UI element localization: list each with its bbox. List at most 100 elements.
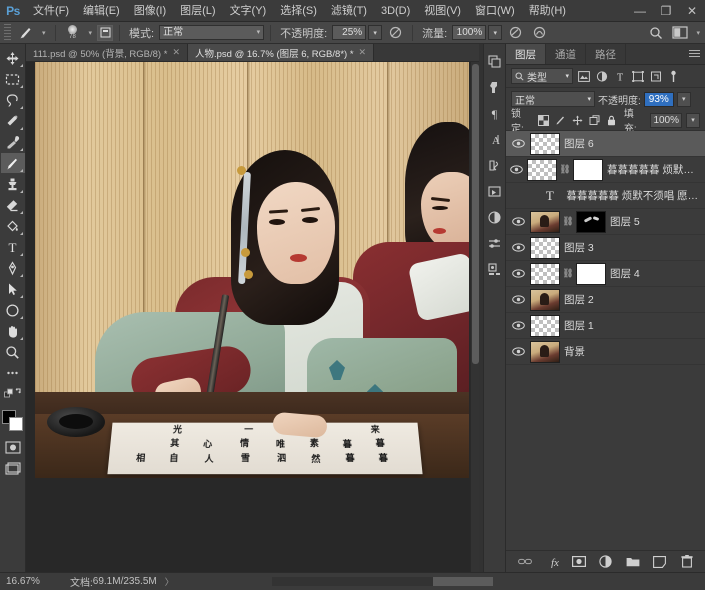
layer-visibility-toggle[interactable] [510, 321, 526, 330]
table-row[interactable]: T 暮暮暮暮暮 烦默不须唱 愿得一人... [506, 183, 705, 209]
layer-thumbnail[interactable] [530, 236, 560, 259]
color-swatches[interactable] [1, 409, 25, 433]
lock-transparent-pixels-icon[interactable] [538, 114, 551, 127]
brush-settings-icon[interactable] [97, 24, 114, 41]
layer-mask-thumbnail[interactable] [576, 210, 606, 233]
filter-smart-object-icon[interactable] [648, 69, 663, 84]
layer-thumbnail[interactable] [527, 158, 557, 181]
menu-edit[interactable]: 编辑(E) [76, 0, 127, 22]
layer-name[interactable]: 图层 2 [564, 292, 594, 307]
canvas-area[interactable]: 光 一 来 其 心 情 唯 素 暮 暮 相 自 人 雪 泗 然 暮 暮 [26, 62, 479, 572]
layer-thumbnail[interactable] [530, 340, 560, 363]
more-tools-button[interactable] [1, 363, 25, 383]
screen-mode-button[interactable] [1, 458, 25, 478]
menu-select[interactable]: 选择(S) [273, 0, 324, 22]
adjustment-layer-button[interactable] [598, 554, 614, 570]
layer-thumbnail[interactable] [530, 210, 560, 233]
layer-thumbnail[interactable] [530, 314, 560, 337]
layer-visibility-toggle[interactable] [510, 295, 526, 304]
minimize-button[interactable]: — [627, 0, 653, 22]
table-row[interactable]: 图层 1 [506, 313, 705, 339]
brush-icon[interactable] [15, 24, 37, 42]
lock-image-pixels-icon[interactable] [554, 114, 567, 127]
scrollbar-thumb[interactable] [433, 577, 493, 586]
menu-filter[interactable]: 滤镜(T) [324, 0, 374, 22]
menu-image[interactable]: 图像(I) [127, 0, 173, 22]
new-layer-button[interactable] [652, 554, 668, 570]
tab-paths[interactable]: 路径 [586, 44, 626, 64]
flow-caret[interactable]: ▾ [488, 25, 503, 40]
pressure-opacity-icon[interactable] [384, 24, 406, 42]
tab-layers[interactable]: 图层 [506, 44, 546, 64]
new-group-button[interactable] [625, 554, 641, 570]
filter-pixel-icon[interactable] [576, 69, 591, 84]
quick-selection-tool[interactable] [1, 111, 25, 131]
channels-mixer-icon[interactable] [484, 257, 505, 282]
filter-toggle-icon[interactable] [666, 69, 681, 84]
background-color-swatch[interactable] [8, 417, 23, 431]
lock-position-icon[interactable] [571, 114, 584, 127]
layer-name[interactable]: 背景 [564, 344, 585, 359]
document-tab-renwu[interactable]: 人物.psd @ 16.7% (图层 6, RGB/8*) * ✕ [187, 44, 375, 61]
document-artboard[interactable]: 光 一 来 其 心 情 唯 素 暮 暮 相 自 人 雪 泗 然 暮 暮 [35, 62, 469, 478]
blend-mode-select[interactable]: 正常 ▾ [159, 25, 265, 40]
zoom-level[interactable]: 16.67% [0, 576, 62, 587]
link-layers-button[interactable] [517, 554, 533, 570]
workspace-icon[interactable] [669, 24, 691, 42]
clone-stamp-tool[interactable] [1, 174, 25, 194]
layer-thumbnail[interactable] [530, 262, 560, 285]
eyedropper-tool[interactable] [1, 132, 25, 152]
pen-tool[interactable] [1, 258, 25, 278]
adjustment-layer-icon[interactable] [484, 205, 505, 230]
quick-mask-button[interactable] [1, 437, 25, 457]
delete-layer-button[interactable] [679, 554, 695, 570]
zoom-tool[interactable] [1, 342, 25, 362]
mask-link-icon[interactable]: ⛓ [562, 268, 573, 279]
layer-visibility-toggle[interactable] [510, 347, 526, 356]
table-row[interactable]: 图层 6 [506, 131, 705, 157]
paint-bucket-tool[interactable] [1, 216, 25, 236]
document-tab-111[interactable]: 111.psd @ 50% (背景, RGB/8) * ✕ [26, 44, 188, 61]
marquee-tool[interactable] [1, 69, 25, 89]
move-tool[interactable] [1, 48, 25, 68]
hand-tool[interactable] [1, 321, 25, 341]
close-icon[interactable]: ✕ [172, 47, 180, 58]
mask-link-icon[interactable]: ⛓ [562, 216, 573, 227]
menu-3d[interactable]: 3D(D) [374, 0, 417, 22]
adjustments-icon[interactable] [484, 75, 505, 100]
layer-name[interactable]: 暮暮暮暮暮 烦默不须唱 愿... [607, 162, 701, 177]
filter-adjustment-icon[interactable] [594, 69, 609, 84]
add-mask-button[interactable] [571, 554, 587, 570]
menu-window[interactable]: 窗口(W) [468, 0, 522, 22]
close-icon[interactable]: ✕ [359, 47, 367, 58]
table-row[interactable]: 图层 3 [506, 235, 705, 261]
opacity-input[interactable]: 25% [332, 25, 367, 40]
maximize-button[interactable]: ❐ [653, 0, 679, 22]
properties-icon[interactable] [484, 231, 505, 256]
filter-shape-icon[interactable] [630, 69, 645, 84]
flow-input[interactable]: 100% [452, 25, 487, 40]
layer-opacity-caret[interactable]: ▾ [676, 91, 691, 107]
table-row[interactable]: 图层 2 [506, 287, 705, 313]
layer-name[interactable]: 图层 5 [610, 214, 640, 229]
table-row[interactable]: ⛓ 暮暮暮暮暮 烦默不须唱 愿... [506, 157, 705, 183]
character-icon[interactable]: A [484, 127, 505, 152]
opacity-caret[interactable]: ▾ [368, 25, 383, 40]
workspace-caret[interactable]: ▾ [693, 29, 703, 37]
layer-visibility-toggle[interactable] [510, 165, 523, 174]
layer-visibility-toggle[interactable] [510, 243, 526, 252]
menu-file[interactable]: 文件(F) [26, 0, 76, 22]
layer-name[interactable]: 图层 4 [610, 266, 640, 281]
history-icon[interactable] [484, 153, 505, 178]
table-row[interactable]: ⛓ 图层 5 [506, 209, 705, 235]
lasso-tool[interactable] [1, 90, 25, 110]
layer-thumbnail[interactable] [530, 132, 560, 155]
actions-icon[interactable] [484, 179, 505, 204]
paragraph-icon[interactable]: ¶ [484, 101, 505, 126]
menu-layer[interactable]: 图层(L) [173, 0, 222, 22]
layer-mask-thumbnail[interactable] [573, 158, 603, 181]
panel-menu-icon[interactable] [689, 50, 700, 59]
layer-thumbnail[interactable] [530, 288, 560, 311]
lock-all-icon[interactable] [605, 114, 618, 127]
airbrush-icon[interactable] [504, 24, 526, 42]
